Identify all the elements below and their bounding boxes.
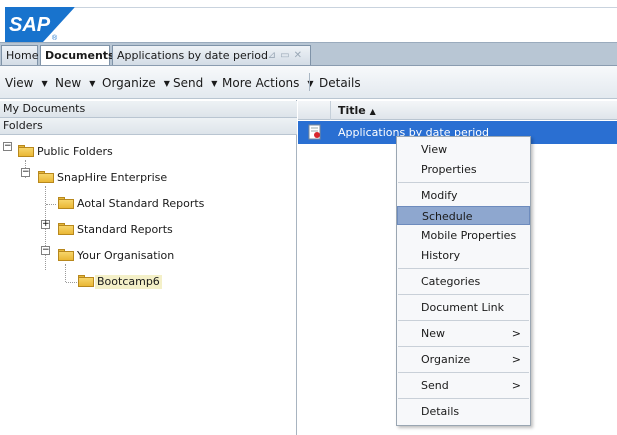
- tree-item-standard-reports[interactable]: Standard Reports: [77, 223, 173, 237]
- more-actions-menu-button[interactable]: More Actions ▼: [222, 76, 314, 90]
- details-button[interactable]: Details: [319, 76, 361, 90]
- tree-connector: [65, 264, 66, 282]
- organize-menu-button[interactable]: Organize ▼: [102, 76, 170, 90]
- organize-label: Organize: [102, 76, 156, 90]
- tab-documents[interactable]: Documents: [40, 45, 115, 65]
- menu-item-modify[interactable]: Modify: [397, 186, 530, 205]
- submenu-arrow-icon: >: [511, 327, 521, 340]
- folder-icon: [18, 145, 34, 157]
- open-folder-icon: [78, 275, 94, 287]
- submenu-arrow-icon: >: [511, 353, 521, 366]
- tree-item-your-organisation[interactable]: Your Organisation: [77, 249, 174, 263]
- restore-icon[interactable]: ▭: [280, 50, 293, 61]
- menu-separator: [398, 182, 529, 183]
- menu-item-label: New: [421, 327, 445, 340]
- collapse-toggle[interactable]: −: [3, 142, 12, 151]
- svg-text:SAP: SAP: [9, 14, 51, 36]
- menu-item-schedule[interactable]: Schedule: [397, 206, 530, 225]
- tab-applications-by-date-period[interactable]: Applications by date period ⊿▭✕: [112, 45, 311, 65]
- new-menu-button[interactable]: New ▼: [55, 76, 95, 90]
- menu-item-properties[interactable]: Properties: [397, 160, 530, 179]
- collapse-toggle[interactable]: −: [21, 168, 30, 177]
- menu-item-new[interactable]: New >: [397, 324, 530, 343]
- send-menu-button[interactable]: Send ▼: [173, 76, 217, 90]
- chevron-down-icon: ▼: [41, 79, 48, 88]
- folders-header[interactable]: Folders: [0, 118, 297, 135]
- tree-connector: [46, 204, 56, 205]
- menu-separator: [398, 372, 529, 373]
- menu-item-history[interactable]: History: [397, 246, 530, 265]
- menu-item-categories[interactable]: Categories: [397, 272, 530, 291]
- icon-column-header[interactable]: [298, 101, 331, 120]
- menu-separator: [398, 320, 529, 321]
- menu-item-organize[interactable]: Organize >: [397, 350, 530, 369]
- close-icon[interactable]: ✕: [294, 50, 306, 61]
- context-menu: View Properties Modify Schedule Mobile P…: [396, 136, 531, 426]
- toolbar-divider: [309, 73, 310, 91]
- toolbar: View ▼ New ▼ Organize ▼ Send ▼ More Actions ▼…: [0, 66, 617, 99]
- menu-item-document-link[interactable]: Document Link: [397, 298, 530, 317]
- chevron-down-icon: ▼: [89, 79, 96, 88]
- tab-home[interactable]: Home: [1, 45, 38, 65]
- pin-icon[interactable]: ⊿: [268, 50, 280, 61]
- folder-icon: [58, 197, 74, 209]
- sap-logo: SAP ®: [5, 7, 75, 42]
- title-header-label: Title: [338, 104, 366, 117]
- chevron-down-icon: ▼: [163, 79, 170, 88]
- menu-item-mobile-properties[interactable]: Mobile Properties: [397, 226, 530, 245]
- view-label: View: [5, 76, 34, 90]
- menu-item-label: Send: [421, 379, 449, 392]
- menu-separator: [398, 294, 529, 295]
- menu-item-label: Organize: [421, 353, 471, 366]
- tree-connector: [66, 282, 77, 283]
- folders-panel: My Documents Folders − Public Folders − …: [0, 100, 297, 435]
- tab-window-icons[interactable]: ⊿▭✕: [268, 46, 306, 65]
- menu-separator: [398, 398, 529, 399]
- tree-item-bootcamp6[interactable]: Bootcamp6: [95, 275, 162, 289]
- menu-item-details[interactable]: Details: [397, 402, 530, 421]
- list-column-header: Title ▲: [298, 101, 617, 120]
- submenu-arrow-icon: >: [511, 379, 521, 392]
- tab-label: Applications by date period: [117, 49, 269, 62]
- svg-text:®: ®: [52, 34, 58, 42]
- menu-separator: [398, 268, 529, 269]
- sort-ascending-icon: ▲: [369, 107, 376, 116]
- tree-item-snaphire-enterprise[interactable]: SnapHire Enterprise: [57, 171, 167, 185]
- more-actions-label: More Actions: [222, 76, 300, 90]
- tree-item-public-folders[interactable]: Public Folders: [37, 145, 113, 159]
- send-label: Send: [173, 76, 204, 90]
- menu-item-view[interactable]: View: [397, 140, 530, 159]
- folder-icon: [38, 171, 54, 183]
- header-bar: SAP ®: [0, 0, 617, 42]
- title-column-header[interactable]: Title ▲: [338, 104, 376, 117]
- folder-icon: [58, 223, 74, 235]
- chevron-down-icon: ▼: [211, 79, 218, 88]
- my-documents-header[interactable]: My Documents: [0, 101, 297, 118]
- menu-separator: [398, 346, 529, 347]
- tab-strip: Home Documents Applications by date peri…: [0, 42, 617, 66]
- menu-item-send[interactable]: Send >: [397, 376, 530, 395]
- view-menu-button[interactable]: View ▼: [5, 76, 48, 90]
- collapse-toggle[interactable]: −: [41, 246, 50, 255]
- crystal-report-icon: [308, 124, 321, 140]
- expand-toggle[interactable]: +: [41, 220, 50, 229]
- folder-icon: [58, 249, 74, 261]
- new-label: New: [55, 76, 82, 90]
- tree-item-aotal-standard-reports[interactable]: Aotal Standard Reports: [77, 197, 204, 211]
